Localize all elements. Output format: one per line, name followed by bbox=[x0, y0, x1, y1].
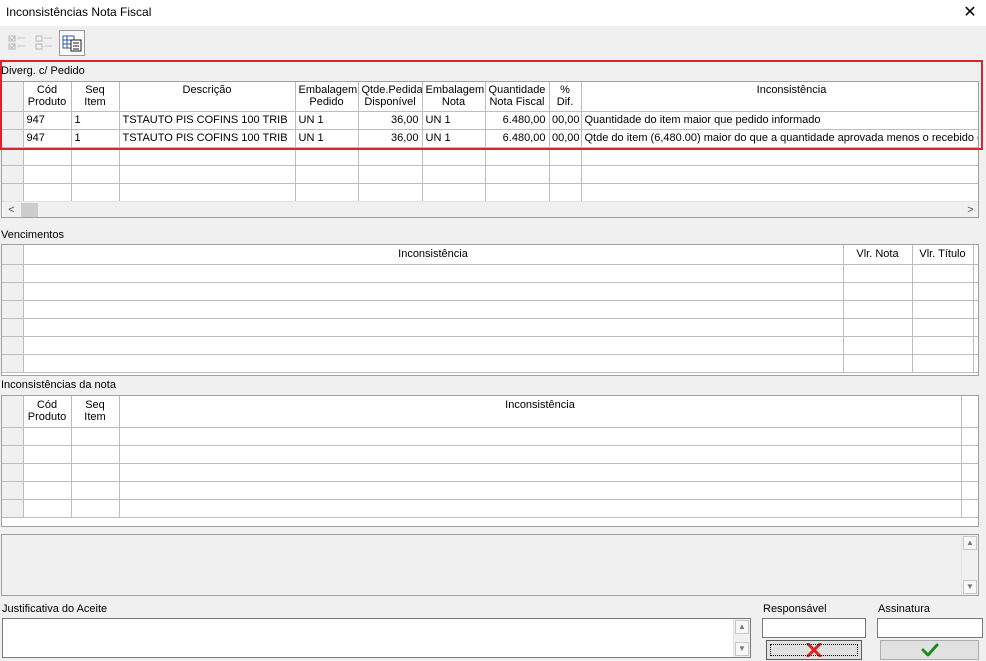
justificativa-label: Justificativa do Aceite bbox=[2, 603, 108, 615]
assinatura-label: Assinatura bbox=[878, 603, 930, 615]
title-bar: Inconsistências Nota Fiscal ✕ bbox=[0, 0, 986, 26]
cell-seq-item[interactable]: 1 bbox=[71, 111, 120, 130]
close-icon[interactable]: ✕ bbox=[962, 2, 978, 22]
cell-embalagem-nota[interactable]: UN 1 bbox=[422, 111, 486, 130]
table-row[interactable] bbox=[2, 318, 978, 337]
vencimentos-grid[interactable]: Inconsistência Vlr. Nota Vlr. Título bbox=[1, 244, 979, 376]
cell-descricao[interactable]: TSTAUTO PIS COFINS 100 TRIB bbox=[119, 111, 296, 130]
cell-inconsistencia[interactable]: Quantidade do item maior que pedido info… bbox=[581, 111, 978, 130]
inconsistencias-nota-section-label: Inconsistências da nota bbox=[1, 379, 116, 391]
cell-quantidade-nota[interactable]: 6.480,00 bbox=[485, 129, 550, 148]
col-vlr-titulo[interactable]: Vlr. Título bbox=[912, 245, 974, 265]
table-row[interactable]: 947 1 TSTAUTO PIS COFINS 100 TRIB UN 1 3… bbox=[2, 111, 978, 130]
scroll-down-icon[interactable]: ▼ bbox=[963, 580, 977, 594]
cell-perc-dif[interactable]: 00,00 bbox=[549, 111, 582, 130]
table-row[interactable] bbox=[2, 183, 978, 202]
cell-perc-dif[interactable]: 00,00 bbox=[549, 129, 582, 148]
grid-export-icon[interactable] bbox=[59, 30, 85, 56]
table-row[interactable]: 947 1 TSTAUTO PIS COFINS 100 TRIB UN 1 3… bbox=[2, 129, 978, 148]
cell-seq-item[interactable]: 1 bbox=[71, 129, 120, 148]
col-quantidade-nota[interactable]: Quantidade Nota Fiscal bbox=[485, 82, 550, 112]
diverg-grid[interactable]: Cód Produto Seq Item Descrição Embalagem Pe… bbox=[1, 81, 979, 218]
scroll-down-icon[interactable]: ▼ bbox=[735, 642, 749, 656]
table-row[interactable] bbox=[2, 499, 978, 518]
table-row[interactable] bbox=[2, 463, 978, 482]
table-row[interactable] bbox=[2, 481, 978, 500]
table-row[interactable] bbox=[2, 427, 978, 446]
cell-embalagem-pedido[interactable]: UN 1 bbox=[295, 111, 359, 130]
col-inconsistencia[interactable]: Inconsistência bbox=[119, 396, 962, 428]
col-vlr-nota[interactable]: Vlr. Nota bbox=[843, 245, 913, 265]
cell-qtde-pedida[interactable]: 36,00 bbox=[358, 111, 423, 130]
client-area: Diverg. c/ Pedido Cód Produto Seq Item Des… bbox=[0, 26, 986, 661]
confirm-button[interactable] bbox=[880, 640, 979, 660]
col-seq-item[interactable]: Seq Item bbox=[71, 396, 120, 428]
table-row[interactable] bbox=[2, 282, 978, 301]
scroll-up-icon[interactable]: ▲ bbox=[735, 620, 749, 634]
cell-cod-produto[interactable]: 947 bbox=[23, 111, 72, 130]
check-all-icon[interactable] bbox=[4, 30, 30, 56]
cell-quantidade-nota[interactable]: 6.480,00 bbox=[485, 111, 550, 130]
scroll-thumb[interactable] bbox=[21, 203, 38, 217]
table-row[interactable] bbox=[2, 147, 978, 166]
scroll-up-icon[interactable]: ▲ bbox=[963, 536, 977, 550]
horizontal-scrollbar[interactable]: < > bbox=[3, 201, 978, 217]
table-row[interactable] bbox=[2, 445, 978, 464]
col-cod-produto[interactable]: Cód Produto bbox=[23, 82, 72, 112]
check-icon bbox=[921, 643, 938, 657]
col-cod-produto[interactable]: Cód Produto bbox=[23, 396, 72, 428]
assinatura-field[interactable] bbox=[877, 618, 983, 638]
col-inconsistencia[interactable]: Inconsistência bbox=[581, 82, 978, 112]
cell-descricao[interactable]: TSTAUTO PIS COFINS 100 TRIB bbox=[119, 129, 296, 148]
cell-inconsistencia[interactable]: Qtde do item (6,480.00) maior do que a q… bbox=[581, 129, 978, 148]
toolbar bbox=[0, 28, 986, 56]
col-seq-item[interactable]: Seq Item bbox=[71, 82, 120, 112]
justificativa-scrollbar[interactable]: ▲ ▼ bbox=[733, 619, 750, 657]
cell-embalagem-pedido[interactable]: UN 1 bbox=[295, 129, 359, 148]
col-descricao[interactable]: Descrição bbox=[119, 82, 296, 112]
inconsistencias-nota-grid[interactable]: Cód Produto Seq Item Inconsistência bbox=[1, 395, 979, 527]
responsavel-field[interactable] bbox=[762, 618, 866, 638]
table-row[interactable] bbox=[2, 336, 978, 355]
table-row[interactable] bbox=[2, 300, 978, 319]
table-row[interactable] bbox=[2, 165, 978, 184]
window-title: Inconsistências Nota Fiscal bbox=[6, 5, 152, 19]
cell-qtde-pedida[interactable]: 36,00 bbox=[358, 129, 423, 148]
col-perc-dif[interactable]: % Dif. bbox=[549, 82, 582, 112]
table-row[interactable] bbox=[2, 354, 978, 373]
col-inconsistencia[interactable]: Inconsistência bbox=[23, 245, 844, 265]
cancel-button[interactable] bbox=[766, 640, 862, 660]
col-qtde-pedida[interactable]: Qtde.Pedida Disponível bbox=[358, 82, 423, 112]
row-indicator-header bbox=[2, 82, 24, 112]
vencimentos-section-label: Vencimentos bbox=[1, 229, 64, 241]
scroll-right-icon[interactable]: > bbox=[963, 203, 978, 217]
col-embalagem-pedido[interactable]: Embalagem Pedido bbox=[295, 82, 359, 112]
table-row[interactable] bbox=[2, 264, 978, 283]
justificativa-field[interactable]: ▲ ▼ bbox=[2, 618, 751, 658]
details-memo[interactable]: ▲ ▼ bbox=[1, 534, 979, 596]
scroll-left-icon[interactable]: < bbox=[4, 203, 19, 217]
cell-embalagem-nota[interactable]: UN 1 bbox=[422, 129, 486, 148]
responsavel-label: Responsável bbox=[763, 603, 827, 615]
uncheck-all-icon[interactable] bbox=[31, 30, 57, 56]
col-embalagem-nota[interactable]: Embalagem Nota bbox=[422, 82, 486, 112]
diverg-section-label: Diverg. c/ Pedido bbox=[1, 65, 85, 77]
cell-cod-produto[interactable]: 947 bbox=[23, 129, 72, 148]
memo-vertical-scrollbar[interactable]: ▲ ▼ bbox=[961, 535, 978, 595]
